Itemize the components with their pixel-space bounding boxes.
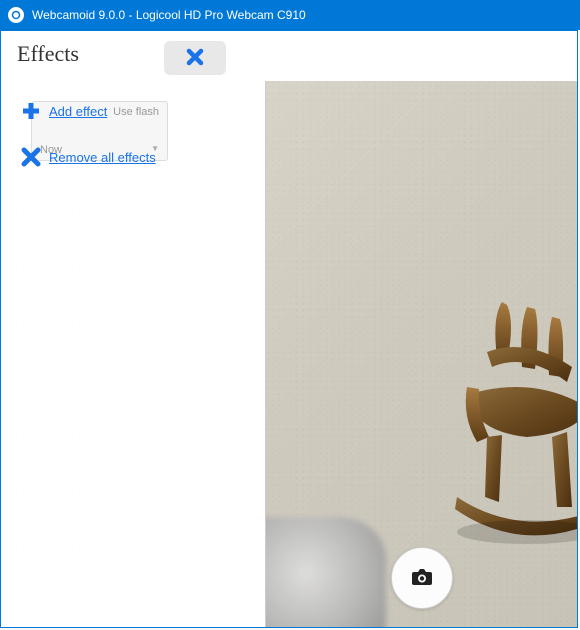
x-icon — [21, 147, 41, 167]
remove-all-effects-button[interactable]: Remove all effects — [21, 147, 257, 167]
add-effect-label: Add effect — [49, 104, 107, 119]
panel-header: Effects — [1, 31, 577, 81]
app-window: Effects Use flash Now ▼ — [0, 30, 578, 628]
webcam-preview — [266, 81, 577, 627]
window-titlebar: Webcamoid 9.0.0 - Logicool HD Pro Webcam… — [0, 0, 580, 30]
app-icon — [8, 7, 24, 23]
panel-title: Effects — [17, 41, 79, 67]
close-panel-button[interactable] — [164, 41, 226, 75]
remove-all-effects-label: Remove all effects — [49, 150, 156, 165]
metal-object — [266, 517, 386, 627]
add-effect-button[interactable]: Add effect — [21, 101, 257, 121]
wooden-figure — [407, 297, 577, 557]
effects-sidebar: Use flash Now ▼ Add effect — [1, 81, 266, 627]
window-title: Webcamoid 9.0.0 - Logicool HD Pro Webcam… — [32, 8, 306, 22]
capture-button[interactable] — [391, 547, 453, 609]
plus-icon — [21, 101, 41, 121]
close-icon — [186, 48, 204, 69]
camera-icon — [411, 568, 433, 589]
content-area: Use flash Now ▼ Add effect — [1, 81, 577, 627]
